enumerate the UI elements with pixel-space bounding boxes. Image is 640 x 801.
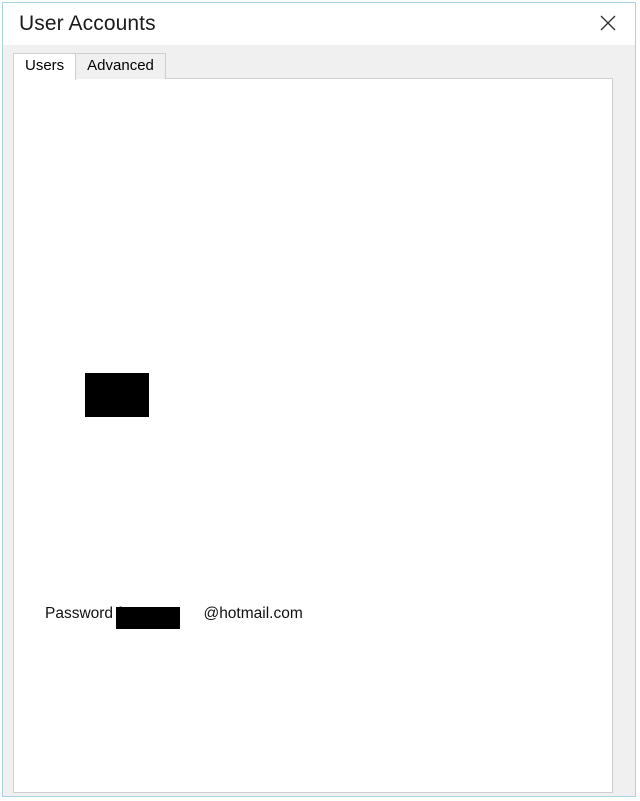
tab-advanced-label: Advanced <box>87 57 154 74</box>
tab-users-label: Users <box>25 57 65 74</box>
user-accounts-window: User Accounts Users Advanced Password fo… <box>2 2 636 797</box>
close-icon <box>599 14 617 32</box>
redaction-block-usernames <box>85 373 149 417</box>
close-button[interactable] <box>587 6 629 40</box>
redaction-block-legend <box>116 607 180 629</box>
tab-strip: Users Advanced <box>13 53 166 80</box>
tab-advanced[interactable]: Advanced <box>75 53 166 79</box>
dialog-body: Users Advanced Password for @hotmail.com <box>3 45 635 796</box>
page-title: User Accounts <box>19 12 156 35</box>
tab-users[interactable]: Users <box>13 53 77 80</box>
title-bar: User Accounts <box>3 3 635 45</box>
password-legend-post: @hotmail.com <box>203 605 303 622</box>
tab-panel-users <box>13 78 613 793</box>
screenshot-root: User Accounts Users Advanced Password fo… <box>0 0 640 801</box>
